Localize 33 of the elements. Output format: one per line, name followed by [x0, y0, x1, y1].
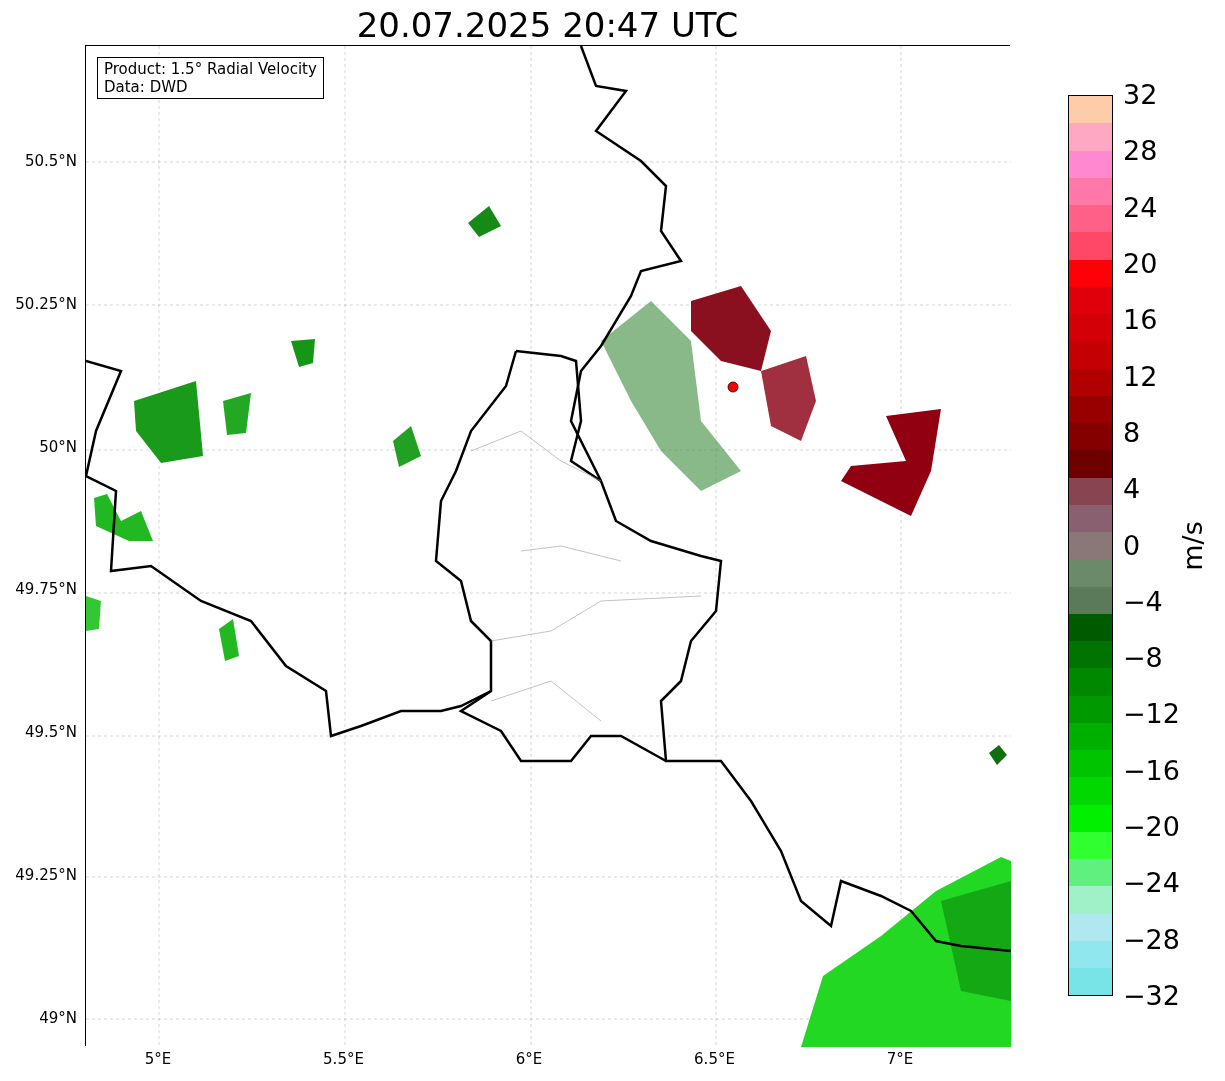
colorbar-tick-label: −8 — [1123, 643, 1163, 674]
latitude-label: 49°N — [39, 1008, 77, 1027]
colorbar-tick-label: 12 — [1123, 361, 1158, 392]
colorbar-tick-label: 4 — [1123, 474, 1141, 505]
colorbar-tick-label: −4 — [1123, 586, 1163, 617]
latitude-label: 49.25°N — [15, 866, 77, 884]
legend-text: Product: 1.5° Radial Velocity — [104, 60, 317, 78]
longitude-label: 5.5°E — [323, 1050, 364, 1068]
colorbar-tick-label: 28 — [1123, 136, 1158, 167]
longitude-label: 5°E — [144, 1050, 172, 1068]
colorbar-tick-label: −24 — [1123, 868, 1180, 899]
colorbar-tick-label: −28 — [1123, 924, 1180, 955]
colorbar-tick-label: −32 — [1123, 981, 1180, 1011]
colorbar-tick-label: −12 — [1123, 699, 1180, 730]
legend-text: Data: DWD — [104, 78, 189, 96]
colorbar-tick-label: −20 — [1123, 812, 1180, 843]
latitude-label: 49.75°N — [15, 580, 77, 599]
colorbar-tick-label: −16 — [1123, 755, 1180, 786]
colorbar-tick-label: 16 — [1123, 305, 1158, 336]
latitude-label: 50.5°N — [24, 152, 77, 170]
latitude-label: 50.25°N — [15, 294, 77, 313]
latitude-label: 49.5°N — [24, 723, 77, 742]
colorbar-tick-label: 32 — [1123, 80, 1158, 110]
colorbar-tick-label: 20 — [1123, 248, 1158, 279]
longitude-label: 7°E — [886, 1050, 914, 1068]
colorbar-tick-label: 24 — [1123, 192, 1158, 223]
colorbar-tick-label: 0 — [1123, 530, 1141, 561]
latitude-label: 50°N — [39, 437, 77, 456]
chart-title: 20.07.2025 20:47 UTC — [356, 5, 739, 45]
longitude-label: 6.5°E — [694, 1050, 735, 1068]
colorbar-tick-label: 8 — [1123, 417, 1141, 448]
longitude-label: 6°E — [515, 1050, 543, 1068]
colorbar-unit: m/s — [1178, 520, 1208, 571]
